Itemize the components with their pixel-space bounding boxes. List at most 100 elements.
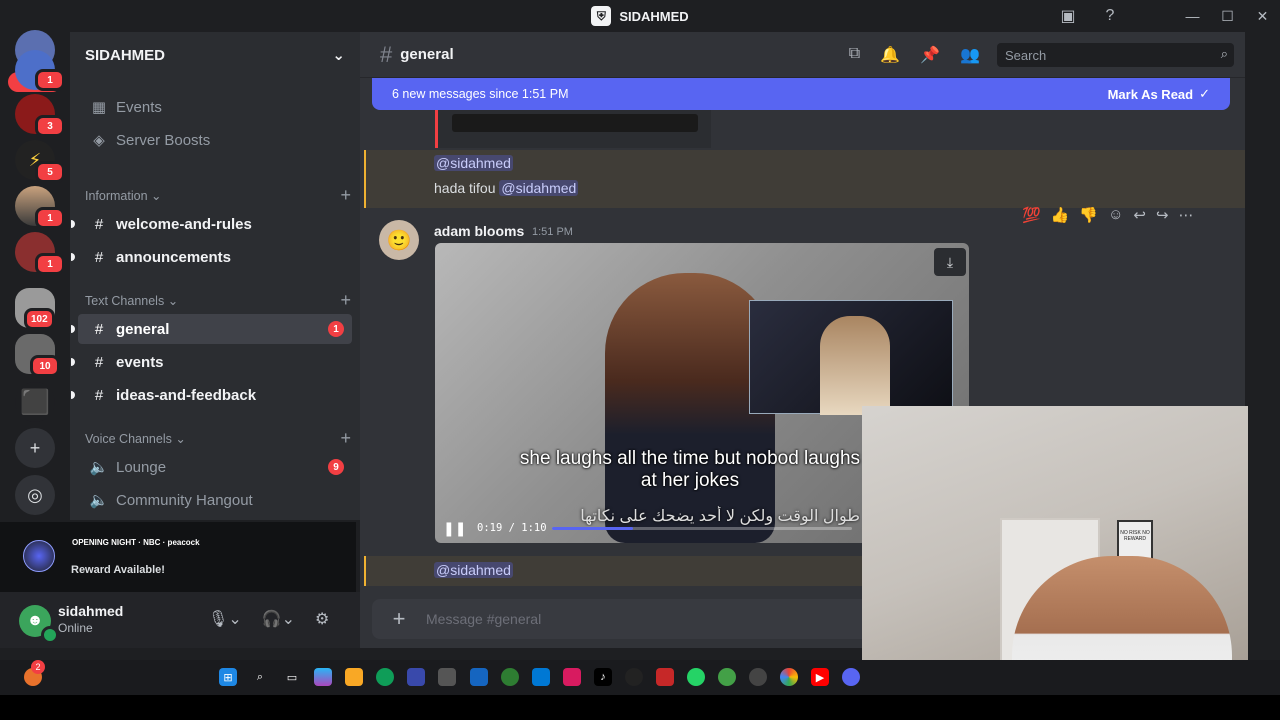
add-channel-icon[interactable]: + <box>340 290 351 311</box>
tiktok-icon[interactable]: ♪ <box>594 668 612 686</box>
server-badge: 1 <box>35 253 65 275</box>
video-subtitle-arabic: طوال الوقت ولكن لا أحد يضحك على نكاتها <box>580 508 860 525</box>
user-mention[interactable]: @sidahmed <box>499 180 579 196</box>
reply-icon[interactable]: ↩ <box>1133 206 1146 224</box>
inbox-icon[interactable]: ▣ <box>1058 6 1078 26</box>
hash-icon: # <box>94 353 104 371</box>
app-icon[interactable] <box>470 668 488 686</box>
add-channel-icon[interactable]: + <box>340 428 351 449</box>
video-thumbnail <box>452 114 698 132</box>
add-server-button[interactable]: + <box>15 428 55 468</box>
instagram-icon[interactable] <box>563 668 581 686</box>
start-icon[interactable]: ⊞ <box>219 668 237 686</box>
video-progress-bar[interactable] <box>552 527 852 530</box>
channel-label: ideas-and-feedback <box>116 386 257 404</box>
boost-icon: ◈ <box>93 132 105 149</box>
category-text-channels[interactable]: Text Channels ⌄ + <box>85 290 355 310</box>
sidebar-item-general[interactable]: # general 1 <box>71 314 352 344</box>
headphones-icon[interactable]: 🎧⌄ <box>262 609 295 629</box>
user-panel: ☻ sidahmed Online 🎙⌄ 🎧⌄ ⚙ <box>0 592 360 648</box>
add-channel-icon[interactable]: + <box>340 185 351 206</box>
task-view-icon[interactable]: ▭ <box>283 668 301 686</box>
mark-as-read-button[interactable]: Mark As Read ✓ <box>1108 86 1210 102</box>
reward-panel[interactable]: OPENING NIGHT · NBC · peacock Reward Ava… <box>0 522 356 592</box>
taskbar-badge: 2 <box>31 660 45 674</box>
app-icon[interactable] <box>438 668 456 686</box>
copilot-icon[interactable] <box>314 668 332 686</box>
hash-icon: # <box>380 41 393 67</box>
outlook-icon[interactable] <box>532 668 550 686</box>
check-bubble-icon: ✓ <box>1199 86 1210 101</box>
file-explorer-icon[interactable] <box>345 668 363 686</box>
chevron-down-icon: ⌄ <box>167 293 179 308</box>
sidebar-item-lounge[interactable]: 🔈 Lounge 9 <box>78 452 352 482</box>
user-mention[interactable]: @sidahmed <box>434 155 513 171</box>
bell-icon[interactable]: 🔔 <box>880 45 900 65</box>
app-icon[interactable] <box>656 668 674 686</box>
user-status: Online <box>58 621 93 635</box>
guild-header[interactable]: SIDAHMED ⌄ <box>70 32 360 78</box>
channel-sidebar: SIDAHMED ⌄ ▦ Events ◈ Server Boosts Info… <box>70 32 360 520</box>
message-actions: 💯 👍 👎 ☺ ↩ ↪ ⋯ <box>1022 206 1194 224</box>
server-icon[interactable]: ⬛ <box>15 382 55 422</box>
thumbs-down-icon[interactable]: 👎 <box>1079 206 1098 224</box>
title-bar: ⛨ SIDAHMED ▣ ? — ☐ ✕ <box>0 0 1280 32</box>
server-badge: 1 <box>35 207 65 229</box>
add-reaction-icon[interactable]: ☺ <box>1108 206 1123 224</box>
hundred-emoji-icon[interactable]: 💯 <box>1022 206 1041 224</box>
category-label: Text Channels <box>85 293 165 308</box>
chatgpt-icon[interactable] <box>625 668 643 686</box>
minimize-button[interactable]: — <box>1175 0 1210 32</box>
sidebar-item-server-boosts[interactable]: ◈ Server Boosts <box>78 125 352 155</box>
xbox-icon[interactable] <box>501 668 519 686</box>
user-mention[interactable]: @sidahmed <box>434 562 513 578</box>
username[interactable]: sidahmed <box>58 603 123 619</box>
sidebar-item-welcome[interactable]: # welcome-and-rules <box>71 209 352 239</box>
discover-button[interactable]: ◎ <box>15 475 55 515</box>
category-voice-channels[interactable]: Voice Channels ⌄ + <box>85 428 355 448</box>
maximize-button[interactable]: ☐ <box>1210 0 1245 32</box>
server-rail: NEW 1 3 ⚡ 5 1 1 102 10 ⬛ + ◎ <box>0 30 70 520</box>
settings-gear-icon[interactable]: ⚙ <box>315 609 329 629</box>
clock-icon[interactable] <box>749 668 767 686</box>
edge-icon[interactable] <box>376 668 394 686</box>
app-icon[interactable] <box>718 668 736 686</box>
search-icon: ⌕ <box>1220 46 1228 61</box>
os-taskbar: 2 ⊞ ⌕ ▭ ♪ ▶ <box>0 660 1280 695</box>
chevron-down-icon: ⌄ <box>175 431 186 446</box>
forward-icon[interactable]: ↪ <box>1156 206 1169 224</box>
pin-icon[interactable]: 📌 <box>920 45 940 65</box>
sidebar-item-community-hangout[interactable]: 🔈 Community Hangout <box>78 485 352 515</box>
thumbs-up-icon[interactable]: 👍 <box>1051 206 1070 224</box>
members-icon[interactable]: 👥 <box>960 45 980 65</box>
close-button[interactable]: ✕ <box>1245 0 1280 32</box>
search-input[interactable]: Search ⌕ <box>997 43 1234 67</box>
sidebar-item-announcements[interactable]: # announcements <box>71 242 352 272</box>
orb-icon <box>23 540 55 572</box>
whatsapp-icon[interactable] <box>687 668 705 686</box>
chrome-icon[interactable] <box>780 668 798 686</box>
category-information[interactable]: Information ⌄ + <box>85 185 355 205</box>
sidebar-item-events[interactable]: ▦ Events <box>78 92 352 122</box>
store-icon[interactable] <box>407 668 425 686</box>
message-author[interactable]: adam blooms <box>434 223 524 239</box>
search-placeholder: Search <box>1005 48 1047 63</box>
download-icon[interactable]: ⤓ <box>934 248 966 276</box>
server-badge: 1 <box>35 69 65 91</box>
chevron-down-icon: ⌄ <box>151 188 162 203</box>
guild-name: SIDAHMED <box>85 46 166 64</box>
attach-plus-icon[interactable]: + <box>372 606 426 632</box>
avatar[interactable]: 🙂 <box>379 220 419 260</box>
search-icon[interactable]: ⌕ <box>251 668 269 686</box>
sidebar-item-ideas[interactable]: # ideas-and-feedback <box>71 380 352 410</box>
microphone-icon[interactable]: 🎙⌄ <box>208 609 242 629</box>
sidebar-item-events-channel[interactable]: # events <box>71 347 352 377</box>
discord-icon[interactable] <box>842 668 860 686</box>
threads-icon[interactable]: ⧉ <box>849 45 860 65</box>
pause-icon[interactable]: ❚❚ <box>443 520 466 537</box>
new-messages-bar[interactable]: 6 new messages since 1:51 PM Mark As Rea… <box>372 78 1230 110</box>
more-icon[interactable]: ⋯ <box>1179 206 1194 224</box>
help-icon[interactable]: ? <box>1100 6 1120 26</box>
youtube-icon[interactable]: ▶ <box>811 668 829 686</box>
new-messages-text: 6 new messages since 1:51 PM <box>392 87 569 101</box>
